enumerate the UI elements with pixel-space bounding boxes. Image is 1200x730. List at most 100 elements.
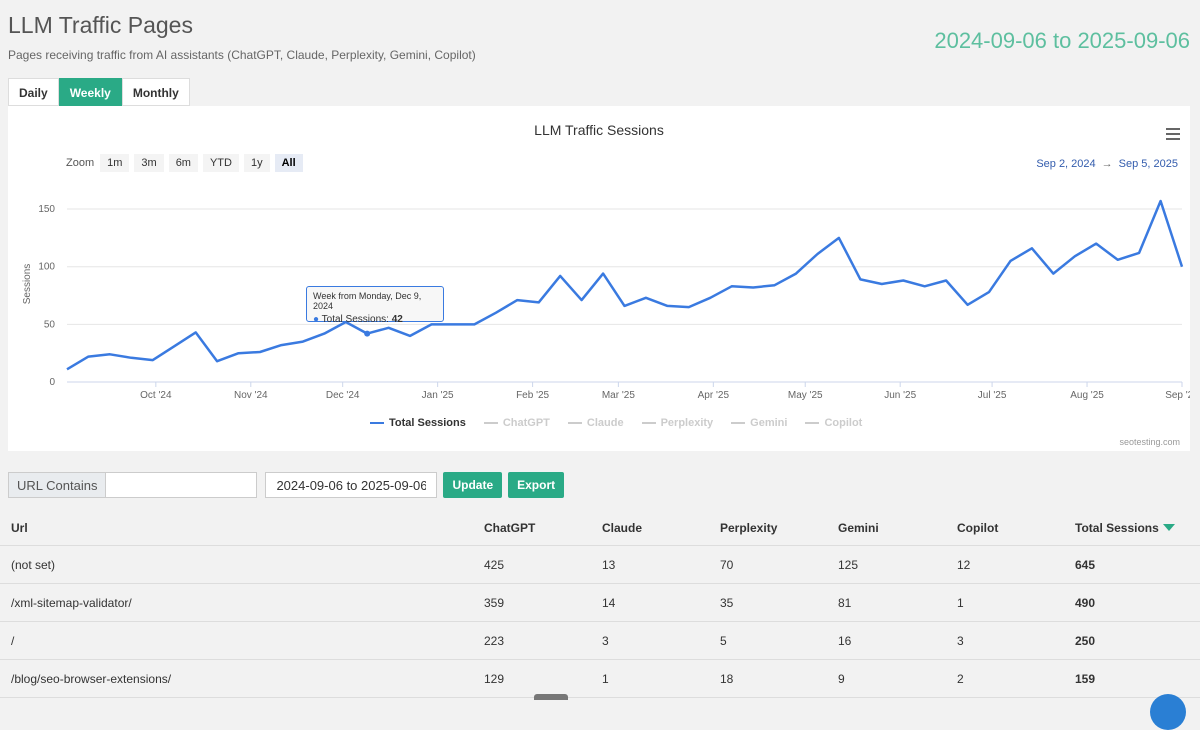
legend-label: Claude [586,417,624,429]
legend-label: Perplexity [660,417,714,429]
url-contains-label: URL Contains [8,472,106,498]
y-tick-label: 50 [44,319,56,330]
data-point[interactable] [364,330,371,337]
legend-copilot[interactable]: Copilot [805,417,862,429]
y-tick-label: 150 [38,204,55,215]
legend-swatch [567,422,582,424]
legend-swatch [641,422,656,424]
cell-chatgpt: 129 [473,659,591,698]
chart-legend: Total Sessions ChatGPT Claude Perplexity… [370,417,880,429]
cell-perplexity: 5 [709,621,827,660]
series-line-total-sessions [66,199,1184,371]
column-header-claude[interactable]: Claude [591,511,709,546]
table-row[interactable]: (not set) 425 13 70 125 12 645 [0,545,1200,584]
y-tick-label: 0 [49,377,55,388]
scroll-handle[interactable] [534,694,568,700]
legend-swatch [483,422,498,424]
x-tick-label: Oct '24 [140,390,172,401]
tooltip-header: Week from Monday, Dec 9, 2024 [313,291,422,311]
page-subtitle: Pages receiving traffic from AI assistan… [8,48,476,62]
tab-weekly[interactable]: Weekly [58,78,122,106]
column-header-url[interactable]: Url [0,511,473,546]
cell-gemini: 81 [827,583,946,622]
column-header-perplexity[interactable]: Perplexity [709,511,827,546]
legend-swatch [731,422,746,424]
header-date-range: 2024-09-06 to 2025-09-06 [934,28,1190,53]
chart-credit[interactable]: seotesting.com [1119,437,1180,447]
cell-claude: 13 [591,545,709,584]
tab-daily[interactable]: Daily [8,78,59,106]
cell-total: 645 [1064,545,1200,584]
x-tick-label: Feb '25 [516,390,549,401]
chart-tooltip: Week from Monday, Dec 9, 2024 ● Total Se… [306,286,444,325]
update-button[interactable]: Update [443,472,503,498]
cell-gemini: 16 [827,621,946,660]
cell-perplexity: 70 [709,545,827,584]
date-range-input[interactable] [265,472,438,498]
y-axis-label: Sessions [22,264,33,305]
cell-claude: 3 [591,621,709,660]
table-header-row: Url ChatGPT Claude Perplexity Gemini Cop… [0,511,1200,546]
cell-copilot: 3 [946,621,1064,660]
cell-total: 159 [1064,659,1200,698]
chat-widget-icon[interactable] [1150,694,1186,730]
cell-gemini: 125 [827,545,946,584]
column-header-chatgpt[interactable]: ChatGPT [473,511,591,546]
x-tick-label: Jan '25 [422,390,454,401]
pages-table: Url ChatGPT Claude Perplexity Gemini Cop… [0,511,1200,698]
cell-url[interactable]: / [0,621,473,660]
tooltip-series: Total Sessions: [321,314,389,325]
x-tick-label: Mar '25 [602,390,635,401]
x-tick-label: Jul '25 [978,390,1007,401]
x-tick-label: Nov '24 [234,390,268,401]
cell-gemini: 9 [827,659,946,698]
cell-url[interactable]: /blog/seo-browser-extensions/ [0,659,473,698]
period-tabs: Daily Weekly Monthly [8,78,190,106]
page-title: LLM Traffic Pages [8,12,193,38]
cell-copilot: 12 [946,545,1064,584]
legend-perplexity[interactable]: Perplexity [641,417,714,429]
filter-bar: URL Contains Update Export [8,472,565,498]
legend-label: Total Sessions [389,417,466,429]
cell-copilot: 2 [946,659,1064,698]
legend-claude[interactable]: Claude [567,417,624,429]
legend-swatch [805,422,820,424]
tab-monthly[interactable]: Monthly [121,78,190,106]
cell-perplexity: 35 [709,583,827,622]
x-tick-label: Aug '25 [1070,390,1104,401]
cell-chatgpt: 359 [473,583,591,622]
url-filter-input[interactable] [105,472,258,498]
cell-claude: 1 [591,659,709,698]
column-header-gemini[interactable]: Gemini [827,511,946,546]
x-tick-label: May '25 [788,390,823,401]
legend-gemini[interactable]: Gemini [731,417,787,429]
column-header-copilot[interactable]: Copilot [946,511,1064,546]
x-tick-label: Sep '25 [1165,390,1190,401]
cell-chatgpt: 425 [473,545,591,584]
chart-card: LLM Traffic Sessions Zoom 1m 3m 6m YTD 1… [8,106,1190,451]
cell-url[interactable]: /xml-sitemap-validator/ [0,583,473,622]
export-button[interactable]: Export [508,472,565,498]
sort-desc-icon[interactable] [1162,524,1175,531]
legend-chatgpt[interactable]: ChatGPT [483,417,550,429]
legend-label: Gemini [750,417,788,429]
table-row[interactable]: /xml-sitemap-validator/ 359 14 35 81 1 4… [0,583,1200,622]
x-tick-label: Jun '25 [884,390,916,401]
table-row[interactable]: / 223 3 5 16 3 250 [0,621,1200,660]
cell-chatgpt: 223 [473,621,591,660]
line-chart[interactable]: Sessions 0 50 100 150 Oct '24 Nov '24 Dec '24… [8,106,1190,451]
table-row[interactable]: /blog/seo-browser-extensions/ 129 1 18 9… [0,659,1200,698]
x-tick-label: Apr '25 [698,390,730,401]
tooltip-dot-icon: ● [313,314,320,325]
column-header-label: Total Sessions [1075,521,1159,535]
legend-total-sessions[interactable]: Total Sessions [370,417,466,429]
cell-total: 490 [1064,583,1200,622]
tooltip-value: 42 [391,314,403,325]
y-tick-label: 100 [38,262,55,273]
legend-label: ChatGPT [502,417,550,429]
cell-total: 250 [1064,621,1200,660]
cell-copilot: 1 [946,583,1064,622]
legend-label: Copilot [824,417,863,429]
column-header-total-sessions[interactable]: Total Sessions [1064,511,1200,546]
cell-url[interactable]: (not set) [0,545,473,584]
